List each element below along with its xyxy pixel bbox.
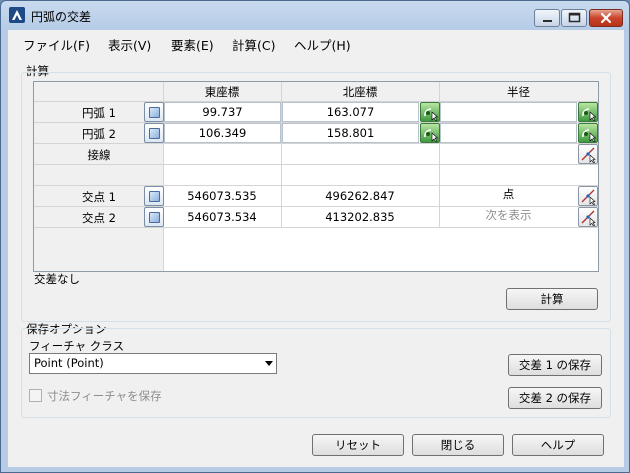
row-label-intersection1: 交点 1 bbox=[82, 190, 116, 204]
arc1-radius-pick-button[interactable] bbox=[578, 102, 598, 122]
chevron-down-icon bbox=[265, 361, 273, 366]
select-arc2-button[interactable] bbox=[144, 123, 164, 143]
select-arc1-button[interactable] bbox=[144, 102, 164, 122]
tangent-pick-button[interactable] bbox=[578, 144, 598, 164]
menu-help[interactable]: ヘルプ(H) bbox=[294, 35, 351, 54]
arc1-center-pick-button[interactable] bbox=[420, 102, 440, 122]
row-label-arc1: 円弧 1 bbox=[82, 106, 116, 120]
pick-point-icon bbox=[581, 189, 596, 206]
feature-class-dropdown[interactable]: Point (Point) bbox=[29, 353, 277, 374]
intersection1-status: 点 bbox=[502, 187, 515, 201]
menu-view[interactable]: 表示(V) bbox=[108, 35, 151, 54]
row-label-intersection2: 交点 2 bbox=[82, 211, 116, 225]
calculate-button[interactable]: 計算 bbox=[506, 288, 598, 310]
menu-calculate[interactable]: 計算(C) bbox=[232, 35, 275, 54]
help-button[interactable]: ヘルプ bbox=[512, 434, 604, 456]
pick-point-icon bbox=[581, 210, 596, 227]
intersection2-north-value: 413202.835 bbox=[325, 210, 395, 224]
select-feature-icon bbox=[149, 191, 160, 202]
intersection2-status: 次を表示 bbox=[485, 208, 532, 222]
window-title: 円弧の交差 bbox=[31, 10, 92, 24]
intersection2-east-value: 546073.534 bbox=[187, 210, 257, 224]
grid-divider bbox=[34, 143, 598, 144]
grid-divider bbox=[34, 164, 598, 165]
select-intersection2-button[interactable] bbox=[144, 207, 164, 227]
arc2-radius-pick-button[interactable] bbox=[578, 123, 598, 143]
minimize-icon bbox=[543, 20, 552, 22]
arc2-radius-input[interactable] bbox=[440, 123, 577, 143]
menu-file[interactable]: ファイル(F) bbox=[23, 35, 90, 54]
maximize-icon bbox=[568, 12, 581, 23]
dialog-window: 円弧の交差 ファイル(F) 表示(V) 要素(E) 計算(C) ヘルプ(H) 計… bbox=[0, 0, 630, 473]
grid-divider bbox=[34, 227, 598, 228]
menu-element[interactable]: 要素(E) bbox=[171, 35, 214, 54]
column-header-north: 北座標 bbox=[342, 85, 378, 99]
select-feature-icon bbox=[149, 212, 160, 223]
pick-point-icon bbox=[581, 147, 596, 164]
arc-tool-icon bbox=[582, 108, 597, 122]
column-header-east: 東座標 bbox=[204, 85, 240, 99]
column-header-radius: 半径 bbox=[507, 85, 530, 99]
arc2-center-pick-button[interactable] bbox=[420, 123, 440, 143]
select-intersection1-button[interactable] bbox=[144, 186, 164, 206]
arc1-north-input[interactable]: 163.077 bbox=[282, 102, 419, 122]
dialog-body: 計算 東座標 北座標 半径 円弧 1 99.737 163.077 円弧 2 1… bbox=[8, 54, 624, 467]
select-feature-icon bbox=[149, 128, 160, 139]
feature-class-value: Point (Point) bbox=[34, 356, 104, 370]
maximize-button[interactable] bbox=[561, 9, 587, 27]
row-label-arc2: 円弧 2 bbox=[82, 127, 116, 141]
reset-button[interactable]: リセット bbox=[312, 434, 404, 456]
app-icon bbox=[9, 7, 25, 23]
arc-tool-icon bbox=[424, 129, 439, 143]
save-dimension-checkbox[interactable] bbox=[29, 389, 42, 402]
intersection1-east-value: 546073.535 bbox=[187, 189, 257, 203]
intersection2-pick-button[interactable] bbox=[578, 207, 598, 227]
close-window-button[interactable] bbox=[589, 9, 623, 27]
intersection1-pick-button[interactable] bbox=[578, 186, 598, 206]
coordinate-grid: 東座標 北座標 半径 円弧 1 99.737 163.077 円弧 2 106.… bbox=[33, 81, 599, 272]
title-bar[interactable]: 円弧の交差 bbox=[1, 1, 629, 29]
arc-tool-icon bbox=[424, 108, 439, 122]
arc2-east-input[interactable]: 106.349 bbox=[164, 123, 281, 143]
status-message: 交差なし bbox=[34, 272, 80, 286]
arc1-east-input[interactable]: 99.737 bbox=[164, 102, 281, 122]
select-feature-icon bbox=[149, 107, 160, 118]
save-intersection1-button[interactable]: 交差 1 の保存 bbox=[508, 354, 602, 376]
close-button[interactable]: 閉じる bbox=[412, 434, 504, 456]
save-dimension-label: 寸法フィーチャを保存 bbox=[47, 389, 162, 403]
row-label-tangent: 接線 bbox=[87, 148, 111, 162]
menu-bar: ファイル(F) 表示(V) 要素(E) 計算(C) ヘルプ(H) bbox=[8, 30, 624, 54]
save-intersection2-button[interactable]: 交差 2 の保存 bbox=[508, 387, 602, 409]
feature-class-label: フィーチャ クラス bbox=[29, 339, 125, 353]
intersection1-north-value: 496262.847 bbox=[325, 189, 395, 203]
minimize-button[interactable] bbox=[534, 9, 560, 27]
arc1-radius-input[interactable] bbox=[440, 102, 577, 122]
arc-tool-icon bbox=[582, 129, 597, 143]
arc2-north-input[interactable]: 158.801 bbox=[282, 123, 419, 143]
close-icon bbox=[600, 12, 612, 24]
